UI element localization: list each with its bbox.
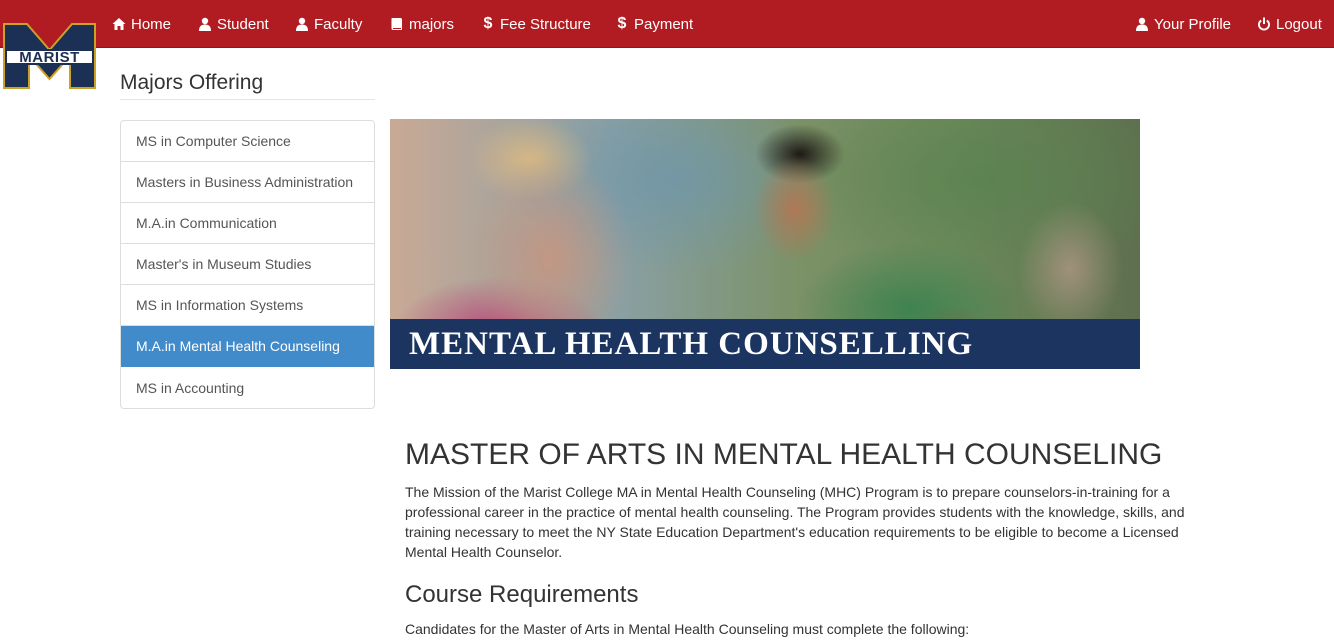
majors-list: MS in Computer Science Masters in Busine… (120, 120, 375, 409)
user-icon (198, 17, 212, 31)
major-item-museum-studies[interactable]: Master's in Museum Studies (121, 244, 374, 285)
power-icon (1257, 17, 1271, 31)
major-item-business-administration[interactable]: Masters in Business Administration (121, 162, 374, 203)
user-icon (295, 17, 309, 31)
nav-your-profile[interactable]: Your Profile (1135, 0, 1231, 48)
nav-payment-label: Payment (634, 15, 694, 33)
nav-profile-label: Your Profile (1154, 15, 1231, 33)
hero-banner-text: MENTAL HEALTH COUNSELLING (409, 325, 974, 362)
page-title: MASTER OF ARTS IN MENTAL HEALTH COUNSELI… (405, 438, 1163, 471)
major-item-information-systems[interactable]: MS in Information Systems (121, 285, 374, 326)
major-item-computer-science[interactable]: MS in Computer Science (121, 121, 374, 162)
nav-logout[interactable]: Logout (1257, 0, 1322, 48)
hero-banner: MENTAL HEALTH COUNSELLING (390, 319, 1140, 369)
nav-student-label: Student (217, 15, 269, 33)
book-icon (390, 17, 404, 31)
dollar-icon: $ (483, 15, 493, 32)
nav-fee-structure[interactable]: $ Fee Structure (483, 0, 591, 48)
nav-majors-label: majors (409, 15, 455, 33)
course-requirements-heading: Course Requirements (405, 581, 639, 608)
nav-majors[interactable]: majors (390, 0, 454, 48)
mission-paragraph: The Mission of the Marist College MA in … (405, 484, 1185, 560)
nav-home[interactable]: Home (112, 0, 171, 48)
hero-image: MENTAL HEALTH COUNSELLING (390, 119, 1140, 369)
nav-faculty-label: Faculty (314, 15, 363, 33)
hero-photo (390, 119, 1140, 319)
marist-logo[interactable]: MARIST (3, 23, 96, 89)
home-icon (112, 17, 126, 31)
logo-text: MARIST (5, 49, 94, 66)
nav-student[interactable]: Student (198, 0, 269, 48)
major-item-accounting[interactable]: MS in Accounting (121, 367, 374, 408)
major-item-mental-health-counseling[interactable]: M.A.in Mental Health Counseling (121, 326, 374, 367)
major-item-communication[interactable]: M.A.in Communication (121, 203, 374, 244)
nav-home-label: Home (131, 15, 172, 33)
dollar-icon: $ (617, 15, 627, 32)
nav-faculty[interactable]: Faculty (295, 0, 362, 48)
nav-logout-label: Logout (1276, 15, 1322, 33)
top-navbar: Home Student Faculty majors $ Fee Struct… (0, 0, 1334, 48)
nav-payment[interactable]: $ Payment (617, 0, 694, 48)
requirements-intro: Candidates for the Master of Arts in Men… (405, 621, 970, 637)
nav-fee-label: Fee Structure (500, 15, 591, 33)
sidebar-title: Majors Offering (120, 71, 375, 100)
user-icon (1135, 17, 1149, 31)
